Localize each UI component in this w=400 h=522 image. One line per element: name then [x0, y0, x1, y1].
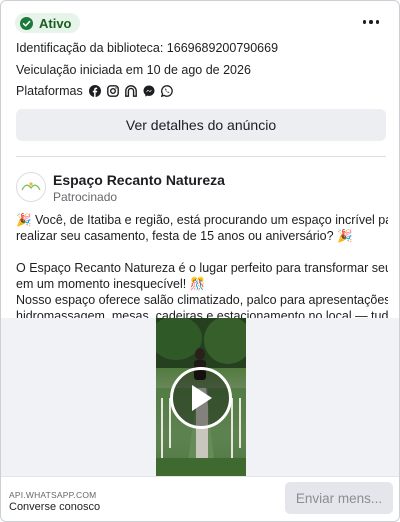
ad-text-line: em um momento inesquecível! 🎊	[16, 277, 206, 291]
footer-divider	[1, 476, 399, 477]
divider	[16, 156, 386, 157]
messenger-icon	[143, 85, 155, 97]
send-message-button[interactable]: Enviar mens...	[285, 482, 393, 514]
platforms-row: Plataformas	[16, 84, 173, 98]
view-ad-details-button[interactable]: Ver detalhes do anúncio	[16, 109, 386, 141]
play-button[interactable]	[170, 367, 232, 429]
facebook-icon	[88, 85, 101, 97]
ad-text-line: Nosso espaço oferece salão climatizado, …	[16, 293, 388, 307]
status-badge: Ativo	[15, 13, 80, 33]
more-options-button[interactable]	[361, 15, 381, 29]
run-dates: Veiculação iniciada em 10 de ago de 2026	[16, 63, 251, 77]
audience-network-icon	[124, 85, 137, 97]
library-id: Identificação da biblioteca: 16696892007…	[16, 41, 279, 55]
status-label: Ativo	[39, 15, 72, 31]
more-dots-icon	[362, 20, 367, 24]
footer-url: API.WHATSAPP.COM	[9, 490, 97, 500]
instagram-icon	[106, 85, 119, 97]
check-circle-icon	[20, 16, 33, 30]
play-icon	[192, 385, 212, 411]
sponsored-label: Patrocinado	[53, 190, 118, 204]
advertiser-name[interactable]: Espaço Recanto Natureza	[53, 172, 225, 188]
ad-text-line: 🎉 Você, de Itatiba e região, está procur…	[16, 213, 388, 227]
ad-body-text: 🎉 Você, de Itatiba e região, está procur…	[16, 212, 388, 324]
footer-cta-text: Converse conosco	[9, 501, 101, 513]
platforms-label: Plataformas	[16, 84, 83, 98]
ad-text-line: realizar seu casamento, festa de 15 anos…	[16, 229, 353, 243]
whatsapp-icon	[160, 85, 173, 97]
ad-card: Ativo Identificação da biblioteca: 16696…	[0, 0, 400, 522]
status-row: Ativo	[15, 13, 80, 33]
ad-text-line: O Espaço Recanto Natureza é o lugar perf…	[16, 261, 388, 275]
advertiser-avatar[interactable]	[16, 172, 46, 202]
advertiser-logo-icon	[21, 182, 41, 191]
